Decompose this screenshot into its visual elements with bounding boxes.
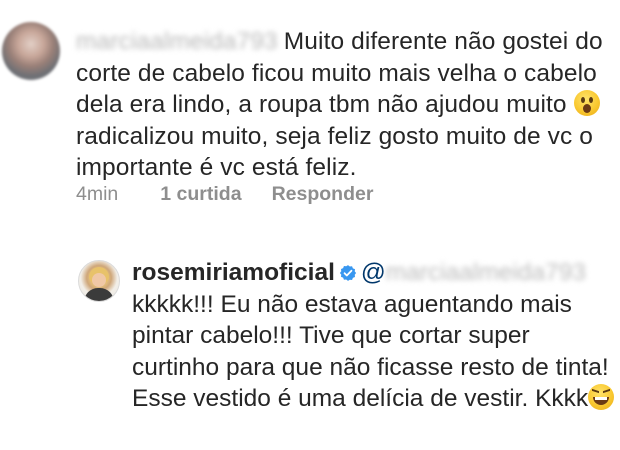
comment-text-part2: radicalizou muito, seja feliz gosto muit… — [76, 122, 593, 182]
reply-author-username[interactable]: rosemiriamoficial — [132, 259, 335, 286]
comment-meta: 4min 1 curtida Responder — [76, 183, 373, 206]
reply-button[interactable]: Responder — [272, 183, 374, 206]
comment-body: marciaalmeida793 Muito diferente não gost… — [76, 26, 616, 184]
commenter-username[interactable]: marciaalmeida793 — [76, 26, 278, 58]
reply-text: kkkkk!!! Eu não estava aguentando mais p… — [132, 290, 609, 413]
reply-author-avatar[interactable] — [78, 260, 120, 302]
reply-body: rosemiriamoficial @marciaalmeida793 kkkk… — [132, 257, 616, 415]
mentioned-username: marciaalmeida793 — [385, 259, 586, 286]
likes-count-link[interactable]: 1 curtida — [160, 183, 241, 206]
hushed-face-icon — [573, 90, 600, 116]
verified-badge-icon — [339, 265, 356, 281]
comment-thread: marciaalmeida793 Muito diferente não gost… — [0, 0, 620, 450]
commenter-avatar[interactable] — [2, 22, 60, 80]
comment-timestamp: 4min — [76, 183, 119, 205]
mention-link[interactable]: @marciaalmeida793 — [361, 259, 586, 286]
laughing-face-icon — [588, 384, 615, 410]
reply-meta-cutoff — [132, 441, 292, 450]
